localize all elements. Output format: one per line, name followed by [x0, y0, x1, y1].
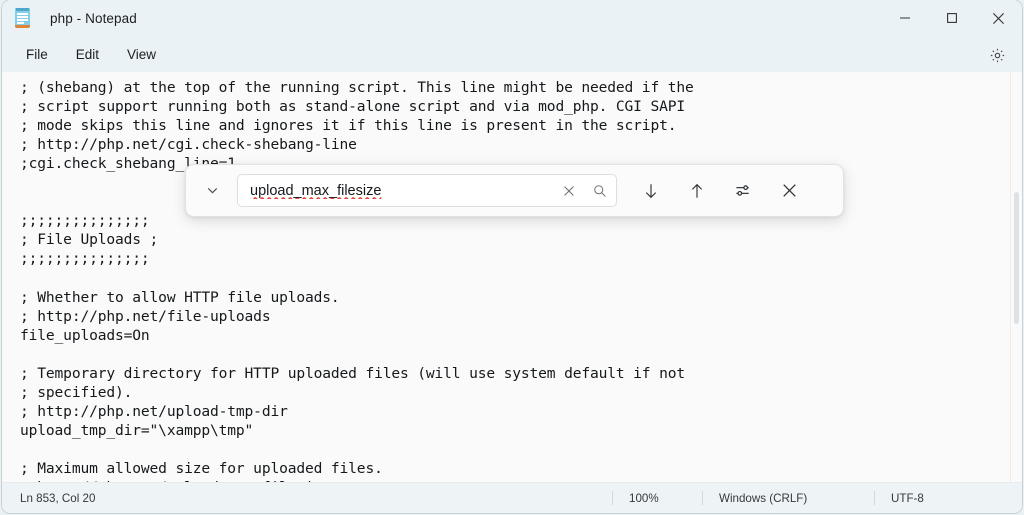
vertical-scrollbar[interactable]	[1010, 72, 1022, 482]
clear-find-button[interactable]	[554, 176, 584, 205]
maximize-icon	[946, 13, 957, 23]
line-ending-group: Windows (CRLF)	[702, 483, 823, 513]
find-options-button[interactable]	[723, 172, 763, 210]
expand-replace-button[interactable]	[190, 172, 234, 210]
menu-edit[interactable]: Edit	[62, 42, 113, 67]
chevron-down-icon	[207, 188, 217, 194]
close-icon	[992, 12, 1005, 24]
editor-text[interactable]: ; (shebang) at the top of the running sc…	[2, 72, 1022, 482]
find-actions	[631, 172, 815, 210]
screen: php - Notepad File Edit View ; (shebang)…	[0, 0, 1024, 515]
zoom-group: 100%	[612, 483, 675, 513]
editor-line: ; http://php.net/upload-tmp-dir	[20, 402, 288, 420]
notepad-icon	[14, 8, 32, 28]
encoding-group: UTF-8	[874, 483, 940, 513]
sliders-icon	[735, 185, 749, 196]
window-controls	[881, 0, 1022, 36]
editor-line: ; Temporary directory for HTTP uploaded …	[20, 364, 685, 382]
menu-bar: File Edit View	[2, 36, 1022, 72]
close-icon	[782, 184, 796, 197]
find-input-container[interactable]	[237, 174, 617, 207]
status-bar: Ln 853, Col 20 100% Windows (CRLF) UTF-8	[2, 482, 1022, 513]
editor-area[interactable]: ; (shebang) at the top of the running sc…	[2, 72, 1022, 482]
line-ending[interactable]: Windows (CRLF)	[702, 491, 823, 505]
notepad-window: php - Notepad File Edit View ; (shebang)…	[2, 0, 1022, 513]
search-icon	[594, 184, 606, 197]
arrow-up-icon	[691, 183, 703, 198]
zoom-level[interactable]: 100%	[612, 491, 675, 505]
maximize-button[interactable]	[928, 0, 975, 36]
minimize-icon	[899, 17, 910, 19]
gear-icon	[990, 48, 1004, 62]
editor-line: ; script support running both as stand-a…	[20, 98, 685, 116]
scrollbar-thumb[interactable]	[1014, 192, 1019, 324]
editor-line: ; http://php.net/cgi.check-shebang-line	[20, 136, 357, 154]
editor-line: ; mode skips this line and ignores it if…	[20, 117, 677, 135]
encoding[interactable]: UTF-8	[874, 491, 940, 505]
close-find-button[interactable]	[769, 172, 809, 210]
editor-line: ; File Uploads ;	[20, 231, 159, 249]
editor-line: ; specified).	[20, 383, 133, 401]
editor-line: upload_tmp_dir="\xampp\tmp"	[20, 421, 254, 439]
find-bar	[185, 164, 844, 217]
find-input[interactable]	[238, 175, 554, 206]
close-button[interactable]	[975, 0, 1022, 36]
find-previous-button[interactable]	[677, 172, 717, 210]
menu-file[interactable]: File	[12, 42, 62, 67]
window-title: php - Notepad	[50, 10, 137, 26]
minimize-button[interactable]	[881, 0, 928, 36]
editor-line: ; (shebang) at the top of the running sc…	[20, 79, 694, 96]
arrow-down-icon	[645, 183, 657, 198]
title-bar[interactable]: php - Notepad	[2, 0, 1022, 36]
cursor-position: Ln 853, Col 20	[20, 491, 96, 505]
editor-line: ;;;;;;;;;;;;;;;	[20, 250, 150, 268]
menu-view[interactable]: View	[113, 42, 170, 67]
close-small-icon	[564, 185, 574, 196]
editor-line: ; http://php.net/file-uploads	[20, 307, 271, 325]
search-button[interactable]	[585, 176, 615, 205]
editor-line: ; Whether to allow HTTP file uploads.	[20, 288, 340, 306]
editor-line: ; Maximum allowed size for uploaded file…	[20, 459, 383, 477]
settings-button[interactable]	[984, 42, 1010, 68]
find-next-button[interactable]	[631, 172, 671, 210]
editor-line: file_uploads=On	[20, 326, 150, 344]
